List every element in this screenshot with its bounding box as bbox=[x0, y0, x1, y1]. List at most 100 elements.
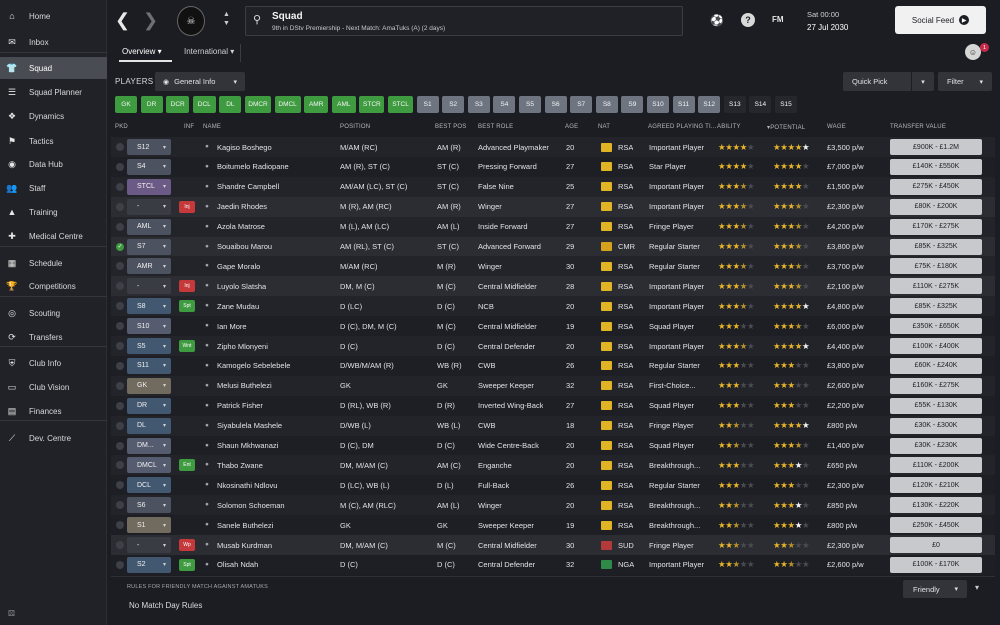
position-chip-s4[interactable]: S4 bbox=[493, 96, 516, 113]
table-row[interactable]: DR ▾ ● Patrick Fisher D (RL), WB (R) D (R) Inv… bbox=[111, 395, 995, 416]
tab-international[interactable]: International ▾ bbox=[184, 47, 234, 56]
squad-position-select[interactable]: S2 ▾ bbox=[127, 556, 171, 573]
position-chip-s9[interactable]: S9 bbox=[621, 96, 644, 113]
select-checkbox[interactable] bbox=[116, 361, 124, 370]
position-chip-s7[interactable]: S7 bbox=[570, 96, 593, 113]
view-select[interactable]: ◉ General Info ▾ bbox=[155, 72, 245, 91]
tab-overview[interactable]: Overview ▾ bbox=[122, 47, 162, 56]
position-chip-amr[interactable]: AMR bbox=[304, 96, 329, 113]
squad-position-select[interactable]: S5 ▾ bbox=[127, 338, 171, 354]
select-checkbox[interactable] bbox=[116, 560, 124, 569]
col-pkd[interactable]: PKD bbox=[115, 124, 128, 130]
squad-position-select[interactable]: GK ▾ bbox=[127, 377, 171, 394]
player-name[interactable]: Olisah Ndah bbox=[217, 555, 258, 575]
table-row[interactable]: S2 ▾ Spt ● Olisah Ndah D (C) D (C) Central Defe… bbox=[111, 554, 995, 575]
player-name[interactable]: Jaedin Rhodes bbox=[217, 197, 267, 217]
sidebar-item-home[interactable]: ⌂ Home bbox=[0, 5, 107, 27]
squad-position-select[interactable]: AMR ▾ bbox=[127, 258, 171, 275]
col-position[interactable]: POSITION bbox=[340, 124, 370, 130]
position-chip-s8[interactable]: S8 bbox=[595, 96, 618, 113]
position-chip-s2[interactable]: S2 bbox=[442, 96, 465, 113]
player-name[interactable]: Kamogelo Sebelebele bbox=[217, 356, 290, 376]
squad-position-select[interactable]: S12 ▾ bbox=[127, 139, 171, 155]
position-chip-stcr[interactable]: STCR bbox=[359, 96, 385, 113]
select-checkbox[interactable]: ✓ bbox=[116, 242, 124, 251]
squad-position-select[interactable]: - ▾ bbox=[127, 537, 171, 553]
player-name[interactable]: Azola Matrose bbox=[217, 217, 265, 237]
squad-position-select[interactable]: DM... ▾ bbox=[127, 437, 171, 454]
table-row[interactable]: S4 ▾ ● Boitumelo Radiopane AM (R), ST (C) ST … bbox=[111, 156, 995, 177]
position-chip-s3[interactable]: S3 bbox=[467, 96, 490, 113]
select-checkbox[interactable] bbox=[116, 182, 124, 191]
sidebar-item-staff[interactable]: 👥 Staff bbox=[0, 177, 107, 199]
select-checkbox[interactable] bbox=[116, 501, 124, 510]
squad-position-select[interactable]: AML ▾ bbox=[127, 218, 171, 235]
sidebar-item-transfers[interactable]: ⟳ Transfers bbox=[0, 326, 107, 348]
table-row[interactable]: - ▾ Wp ● Musab Kurdman DM, M/AM (C) M (C) Centr… bbox=[111, 535, 995, 555]
player-name[interactable]: Sanele Buthelezi bbox=[217, 515, 273, 535]
position-chip-s5[interactable]: S5 bbox=[519, 96, 541, 113]
col-potential[interactable]: ▾POTENTIAL bbox=[767, 124, 805, 131]
sidebar-item-dynamics[interactable]: ❖ Dynamics bbox=[0, 105, 107, 127]
sidebar-item-club-info[interactable]: ⛨ Club Info bbox=[0, 352, 107, 374]
page-title-bar[interactable]: ⚲ Squad 9th in DStv Premiership - Next M… bbox=[245, 6, 683, 36]
select-checkbox[interactable] bbox=[116, 441, 124, 450]
col-best-role[interactable]: BEST ROLE bbox=[478, 124, 513, 130]
select-checkbox[interactable] bbox=[116, 282, 124, 291]
status-badge[interactable]: Inj bbox=[179, 280, 195, 293]
squad-position-select[interactable]: DCL ▾ bbox=[127, 477, 171, 494]
status-badge[interactable]: Wnt bbox=[179, 340, 195, 352]
sidebar-footer-icon[interactable]: ⚄ bbox=[8, 609, 15, 618]
table-row[interactable]: S11 ▾ ● Kamogelo Sebelebele D/WB/M/AM (R) WB … bbox=[111, 355, 995, 376]
collapse-chevron-icon[interactable]: ▾ bbox=[975, 583, 979, 592]
player-name[interactable]: Solomon Schoeman bbox=[217, 495, 285, 515]
sidebar-item-schedule[interactable]: ▦ Schedule bbox=[0, 252, 107, 274]
table-row[interactable]: DMCL ▾ Ent ● Thabo Zwane DM, M/AM (C) AM (C) En… bbox=[111, 455, 995, 476]
position-chip-dl[interactable]: DL bbox=[219, 96, 242, 113]
squad-position-select[interactable]: DR ▾ bbox=[127, 397, 171, 414]
squad-position-select[interactable]: S10 ▾ bbox=[127, 318, 171, 335]
select-checkbox[interactable] bbox=[116, 202, 124, 211]
col-name[interactable]: NAME bbox=[203, 124, 221, 130]
player-name[interactable]: Boitumelo Radiopane bbox=[217, 157, 289, 177]
forward-arrow-icon[interactable]: ❯ bbox=[143, 10, 158, 30]
squad-position-select[interactable]: S7 ▾ bbox=[127, 238, 171, 255]
position-chip-s15[interactable]: S15 bbox=[775, 96, 797, 113]
player-name[interactable]: Musab Kurdman bbox=[217, 535, 272, 555]
select-checkbox[interactable] bbox=[116, 342, 124, 350]
squad-position-select[interactable]: DMCL ▾ bbox=[127, 457, 171, 474]
position-chip-dmcl[interactable]: DMCL bbox=[274, 96, 301, 113]
player-name[interactable]: Patrick Fisher bbox=[217, 396, 263, 416]
select-checkbox[interactable] bbox=[116, 521, 124, 530]
position-chip-dr[interactable]: DR bbox=[140, 96, 163, 113]
table-row[interactable]: S8 ▾ Spt ● Zane Mudau D (LC) D (C) NCB 20 Importa… bbox=[111, 296, 995, 317]
status-badge[interactable]: Inj bbox=[179, 200, 195, 213]
select-checkbox[interactable] bbox=[116, 322, 124, 331]
club-crest-icon[interactable]: ☠ bbox=[177, 6, 205, 36]
col-wage[interactable]: WAGE bbox=[827, 124, 846, 130]
fm-logo-icon[interactable]: FM bbox=[772, 15, 784, 24]
status-badge[interactable]: Spt bbox=[179, 558, 195, 571]
squad-position-select[interactable]: - ▾ bbox=[127, 198, 171, 215]
sidebar-item-tactics[interactable]: ⚑ Tactics bbox=[0, 130, 107, 152]
col-nat[interactable]: NAT bbox=[598, 124, 610, 130]
social-feed-button[interactable]: Social Feed ▶ bbox=[895, 6, 986, 34]
position-chip-s12[interactable]: S12 bbox=[698, 96, 721, 113]
quick-pick-button[interactable]: Quick Pick bbox=[843, 72, 911, 91]
back-arrow-icon[interactable]: ❮ bbox=[115, 10, 130, 30]
sidebar-item-dev-centre[interactable]: ⟋ Dev. Centre bbox=[0, 427, 107, 449]
club-switch-icon[interactable]: ▲ ▼ bbox=[223, 10, 230, 28]
player-name[interactable]: Shaun Mkhwanazi bbox=[217, 436, 278, 456]
select-checkbox[interactable] bbox=[116, 381, 124, 390]
position-chip-s14[interactable]: S14 bbox=[749, 96, 772, 113]
table-row[interactable]: S6 ▾ ● Solomon Schoeman M (C), AM (RLC) AM (L… bbox=[111, 495, 995, 516]
status-badge[interactable]: Ent bbox=[179, 459, 195, 472]
sidebar-item-inbox[interactable]: ✉ Inbox bbox=[0, 31, 107, 53]
status-badge[interactable]: Spt bbox=[179, 300, 195, 313]
table-row[interactable]: S5 ▾ Wnt ● Zipho Mlonyeni D (C) D (C) Central D… bbox=[111, 336, 995, 356]
sidebar-item-finances[interactable]: ▤ Finances bbox=[0, 400, 107, 422]
table-row[interactable]: - ▾ Inj ● Luyolo Slatsha DM, M (C) M (C) Centra… bbox=[111, 276, 995, 297]
position-chip-s11[interactable]: S11 bbox=[672, 96, 695, 113]
position-chip-dmcr[interactable]: DMCR bbox=[245, 96, 271, 113]
squad-position-select[interactable]: S4 ▾ bbox=[127, 158, 171, 175]
